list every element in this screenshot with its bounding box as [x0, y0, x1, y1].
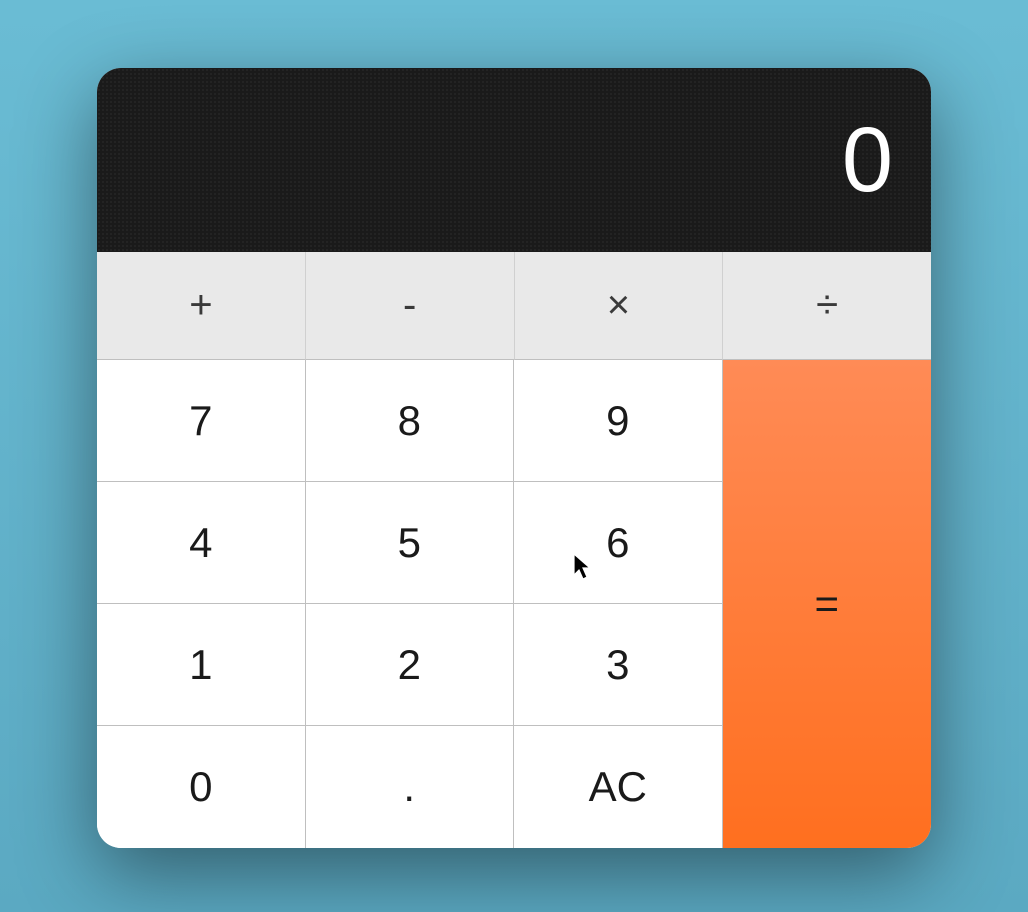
digit-3-button[interactable]: 3 [514, 604, 723, 726]
digit-4-button[interactable]: 4 [97, 482, 306, 604]
display: 0 [97, 68, 931, 252]
digit-7-button[interactable]: 7 [97, 360, 306, 482]
all-clear-button[interactable]: AC [514, 726, 723, 848]
plus-button[interactable]: + [97, 252, 306, 360]
digit-8-button[interactable]: 8 [306, 360, 515, 482]
main-area: 7 8 9 4 5 6 1 2 3 0 . AC = [97, 360, 931, 848]
number-grid: 7 8 9 4 5 6 1 2 3 0 . AC [97, 360, 723, 848]
divide-button[interactable]: ÷ [723, 252, 931, 360]
digit-1-button[interactable]: 1 [97, 604, 306, 726]
equals-button[interactable]: = [723, 360, 932, 848]
digit-2-button[interactable]: 2 [306, 604, 515, 726]
multiply-button[interactable]: × [515, 252, 724, 360]
decimal-button[interactable]: . [306, 726, 515, 848]
digit-6-button[interactable]: 6 [514, 482, 723, 604]
digit-0-button[interactable]: 0 [97, 726, 306, 848]
operator-row: + - × ÷ [97, 252, 931, 360]
digit-5-button[interactable]: 5 [306, 482, 515, 604]
equals-column: = [723, 360, 932, 848]
digit-9-button[interactable]: 9 [514, 360, 723, 482]
calculator: 0 + - × ÷ 7 8 9 4 5 6 1 2 3 0 . AC = [97, 68, 931, 848]
minus-button[interactable]: - [306, 252, 515, 360]
